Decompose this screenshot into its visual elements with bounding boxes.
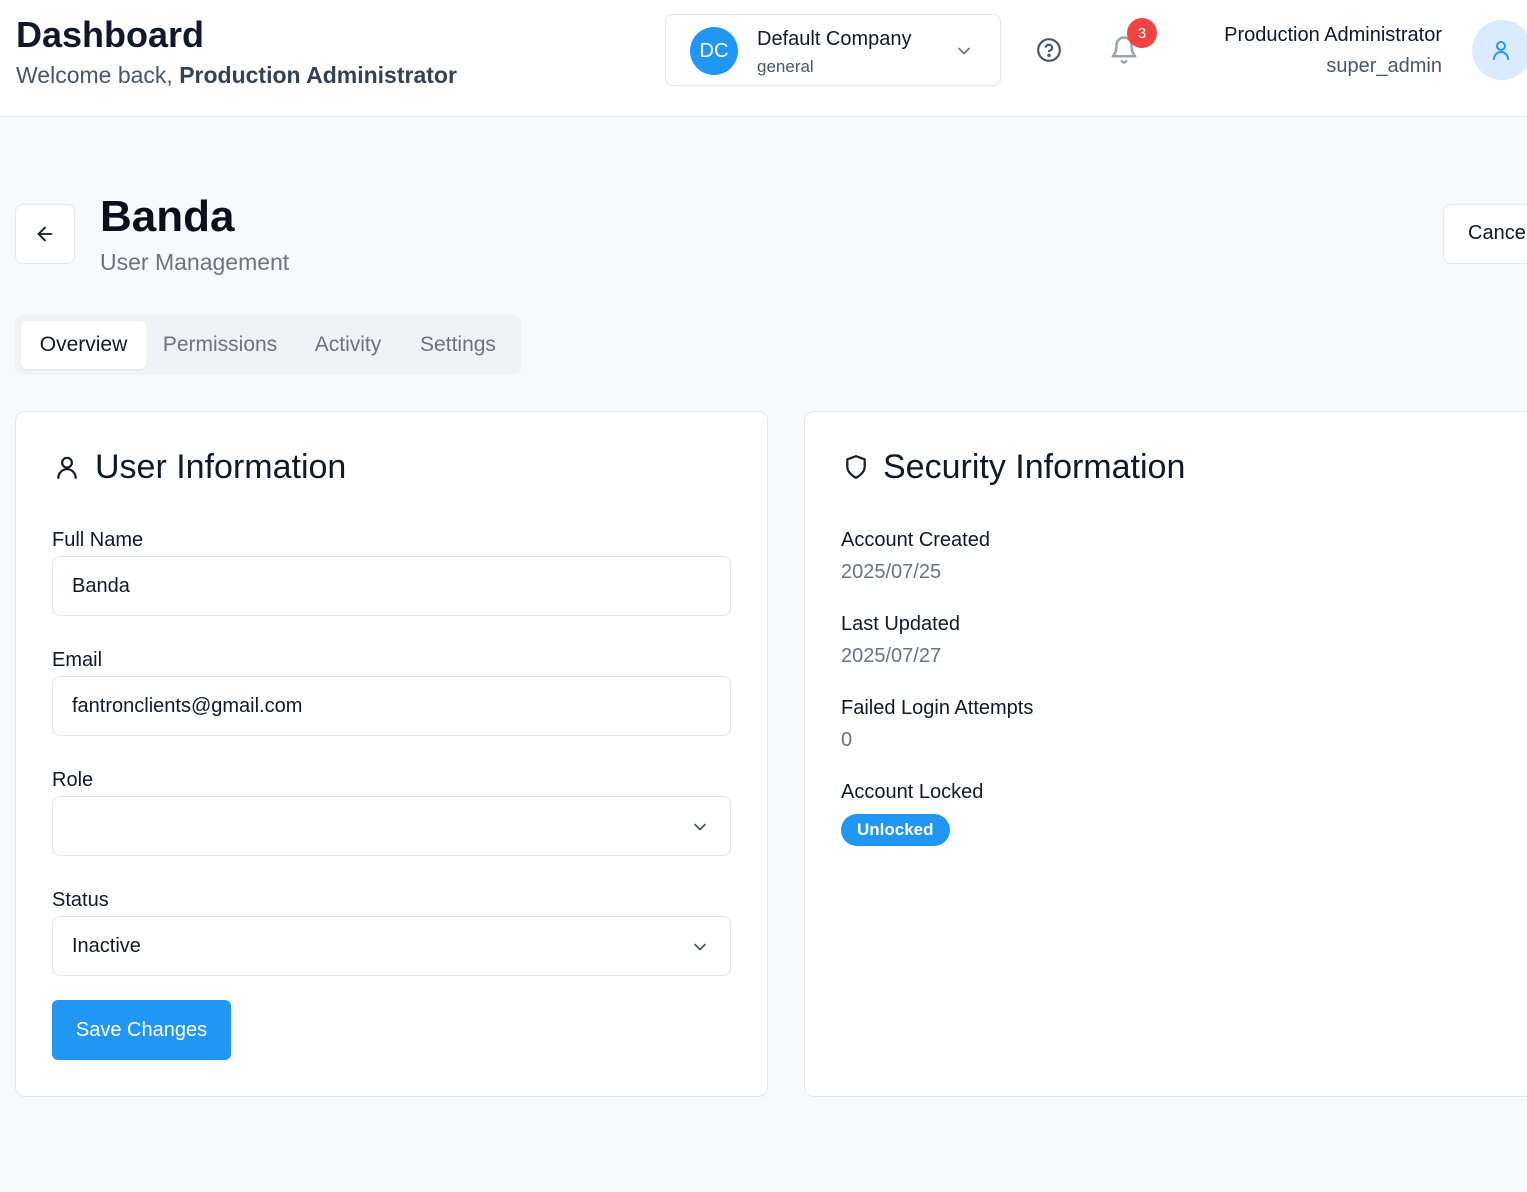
account-locked-label: Account Locked <box>841 781 984 803</box>
tab-overview[interactable]: Overview <box>21 321 146 369</box>
welcome-message: Welcome back, Production Administrator <box>16 62 457 89</box>
status-select-value: Inactive <box>72 935 141 957</box>
role-select[interactable] <box>52 796 731 856</box>
status-badge: Unlocked <box>841 814 950 846</box>
full-name-field[interactable]: Banda <box>52 556 731 616</box>
cancel-button[interactable]: Cancel <box>1443 204 1527 264</box>
chevron-down-icon <box>958 47 970 55</box>
account-created-label: Account Created <box>841 529 990 551</box>
user-information-card: User Information Full Name Banda Email f… <box>15 411 768 1097</box>
full-name-label: Full Name <box>52 529 144 551</box>
status-select[interactable]: Inactive <box>52 916 731 976</box>
failed-login-label: Failed Login Attempts <box>841 697 1034 719</box>
avatar[interactable] <box>1472 20 1527 80</box>
welcome-name: Production Administrator <box>179 62 457 88</box>
shield-icon <box>846 455 866 479</box>
back-button[interactable] <box>15 204 75 264</box>
save-changes-button[interactable]: Save Changes <box>52 1000 231 1060</box>
failed-login-value: 0 <box>841 729 853 751</box>
chevron-down-icon <box>694 943 706 951</box>
tab-settings[interactable]: Settings <box>407 321 509 369</box>
last-updated-value: 2025/07/27 <box>841 645 942 667</box>
tab-bar: Overview Permissions Activity Settings <box>15 315 521 375</box>
company-selector[interactable]: DC Default Company general <box>665 14 1001 86</box>
company-subtitle: general <box>757 57 814 76</box>
account-created-value: 2025/07/25 <box>841 561 942 583</box>
status-label: Status <box>52 889 109 911</box>
help-circle-icon[interactable] <box>1036 37 1062 63</box>
user-icon <box>1493 41 1509 60</box>
email-field[interactable]: fantronclients@gmail.com <box>52 676 731 736</box>
role-label: Role <box>52 769 94 791</box>
tab-permissions[interactable]: Permissions <box>151 321 289 369</box>
notification-badge: 3 <box>1127 18 1157 48</box>
last-updated-label: Last Updated <box>841 613 960 635</box>
page-subtitle: User Management <box>100 249 290 275</box>
page-title: Banda <box>100 192 235 241</box>
welcome-prefix: Welcome back, <box>16 62 173 88</box>
user-information-title: User Information <box>95 448 347 486</box>
top-bar: Dashboard Welcome back, Production Admin… <box>0 0 1527 117</box>
security-information-title: Security Information <box>883 448 1186 486</box>
dashboard-title: Dashboard <box>16 14 205 55</box>
company-avatar: DC <box>690 27 738 75</box>
current-user-name: Production Administrator <box>1224 24 1442 46</box>
email-label: Email <box>52 649 103 671</box>
security-information-card: Security Information Account Created 202… <box>804 411 1527 1097</box>
tab-activity[interactable]: Activity <box>297 321 399 369</box>
current-user-role: super_admin <box>1326 55 1442 77</box>
company-name: Default Company <box>757 28 912 50</box>
arrow-left-icon <box>37 226 53 242</box>
chevron-down-icon <box>694 823 706 831</box>
user-icon <box>57 456 77 479</box>
